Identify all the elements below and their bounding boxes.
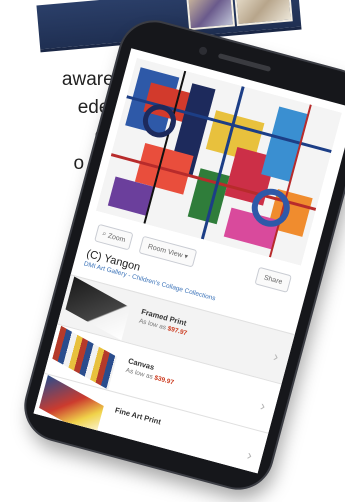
chevron-right-icon: › [258, 397, 268, 414]
photo-thumbnail [234, 0, 293, 27]
share-button[interactable]: Share [254, 266, 292, 293]
room-view-button[interactable]: Room View ▾ [138, 235, 198, 268]
product-list: Framed Print As low as $97.97 › Canvas A… [33, 274, 295, 474]
text-line: aware- [61, 69, 120, 90]
zoom-button[interactable]: ⌕ Zoom [94, 223, 134, 251]
chevron-right-icon: › [245, 446, 255, 464]
speaker-grille [217, 53, 272, 72]
price-amount: $39.97 [153, 374, 175, 387]
room-view-label: Room View [147, 242, 184, 259]
chevron-down-icon: ▾ [183, 253, 189, 261]
photo-thumbnail [186, 0, 236, 31]
zoom-label: Zoom [107, 232, 127, 244]
product-name: Fine Art Print [114, 405, 162, 427]
share-label: Share [263, 274, 284, 286]
chevron-right-icon: › [271, 347, 281, 365]
camera-icon [198, 45, 208, 56]
